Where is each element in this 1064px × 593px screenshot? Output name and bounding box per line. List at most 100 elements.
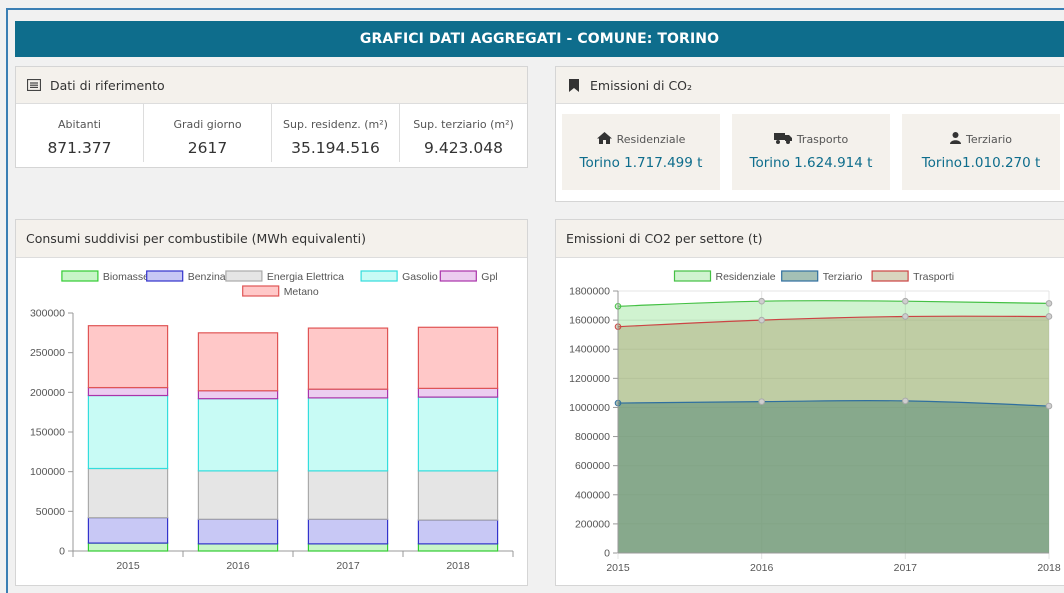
emissioni-chart-panel: Emissioni di CO2 per settore (t) Residen… <box>555 219 1064 586</box>
reference-table: Abitanti 871.377 Gradi giorno 2617 Sup. … <box>16 104 527 162</box>
y-tick-label: 300000 <box>30 308 65 320</box>
bar-segment <box>417 470 499 521</box>
legend-swatch <box>781 270 819 282</box>
user-icon <box>949 132 961 147</box>
bar-segment <box>307 327 389 390</box>
bar-segment <box>197 470 279 520</box>
x-tick-label: 2017 <box>336 560 360 572</box>
y-tick-label: 50000 <box>36 506 65 518</box>
bar-segment <box>417 387 499 398</box>
bar-segment <box>307 470 389 520</box>
bar-segment <box>307 543 389 552</box>
y-tick-label: 1200000 <box>569 373 610 385</box>
bar-segment <box>87 467 169 519</box>
emission-box-value: Torino1.010.270 t <box>921 155 1041 171</box>
consumi-chart-title: Consumi suddivisi per combustibile (MWh … <box>26 231 367 246</box>
emission-box-value: Torino 1.717.499 t <box>579 155 703 171</box>
emission-box-residenziale: Residenziale Torino 1.717.499 t <box>562 114 720 190</box>
ref-value: 9.423.048 <box>424 139 503 157</box>
reference-panel-header: Dati di riferimento <box>16 67 527 104</box>
legend-swatch <box>242 285 280 297</box>
bar-segment <box>307 518 389 545</box>
y-tick-label: 1600000 <box>569 315 610 327</box>
legend-label: Terziario <box>823 271 863 283</box>
emission-box-label: Trasporto <box>796 133 849 146</box>
data-point <box>902 397 909 405</box>
legend-swatch <box>673 270 712 282</box>
y-tick-label: 1000000 <box>569 402 610 414</box>
x-tick-label: 2017 <box>894 562 918 574</box>
ref-value: 35.194.516 <box>291 139 380 157</box>
legend-label: Residenziale <box>716 271 776 283</box>
legend-swatch <box>61 270 99 282</box>
y-tick-label: 200000 <box>575 518 610 530</box>
emission-box-value: Torino 1.624.914 t <box>749 155 873 171</box>
bar-segment <box>417 519 499 545</box>
emissions-panel-title: Emissioni di CO₂ <box>590 77 693 93</box>
legend-label: Trasporti <box>913 271 954 283</box>
ref-label: Sup. terziario (m²) <box>413 118 514 131</box>
y-tick-label: 1800000 <box>569 286 610 298</box>
legend-swatch <box>146 270 184 282</box>
bar-segment <box>307 397 389 472</box>
x-tick-label: 2018 <box>1037 562 1061 574</box>
legend-swatch <box>871 270 909 282</box>
x-tick-label: 2015 <box>606 562 630 574</box>
y-tick-label: 400000 <box>575 489 610 501</box>
ref-col-sup-terziario: Sup. terziario (m²) 9.423.048 <box>400 104 527 162</box>
data-point <box>902 313 909 320</box>
legend-label: Benzina <box>188 271 226 283</box>
data-point <box>758 297 765 305</box>
emission-box-trasporto: Trasporto Torino 1.624.914 t <box>732 114 890 190</box>
data-point <box>1045 300 1053 307</box>
emission-box-label: Residenziale <box>616 133 686 146</box>
consumi-chart: Biomasse Benzina Energia Elettrica Gasolio G… <box>30 270 514 572</box>
emissioni-chart-title: Emissioni di CO2 per settore (t) <box>566 231 763 246</box>
legend-swatch <box>225 270 263 282</box>
y-tick-label: 150000 <box>30 427 65 439</box>
consumi-chart-header: Consumi suddivisi per combustibile (MWh … <box>16 220 527 258</box>
legend-label: Energia Elettrica <box>267 271 344 283</box>
data-point <box>758 316 765 324</box>
bar-segment <box>307 388 389 399</box>
bar-segment <box>197 390 279 400</box>
area-fill <box>618 400 1049 553</box>
data-point <box>758 398 765 405</box>
emissions-panel: Emissioni di CO₂ Residenziale Torino 1.7… <box>555 66 1064 202</box>
emissioni-chart: Residenziale Terziario Trasporti 0 200000 400… <box>569 270 1061 574</box>
ref-col-gradi-giorno: Gradi giorno 2617 <box>144 104 272 162</box>
bar-segment <box>87 325 169 389</box>
bar-segment <box>87 517 169 544</box>
legend-label: Biomasse <box>103 271 149 283</box>
y-tick-label: 200000 <box>30 387 65 399</box>
emissions-panel-header: Emissioni di CO₂ <box>556 67 1064 104</box>
bar-segment <box>87 542 169 552</box>
bar-segment <box>197 518 279 545</box>
y-tick-label: 100000 <box>30 466 65 478</box>
x-tick-label: 2018 <box>446 560 470 572</box>
bar-segment <box>197 332 279 392</box>
reference-panel: Dati di riferimento Abitanti 871.377 Gra… <box>15 66 528 168</box>
data-point <box>1045 402 1053 410</box>
x-tick-label: 2015 <box>116 560 140 572</box>
ref-label: Abitanti <box>58 118 101 131</box>
ref-value: 871.377 <box>47 139 112 157</box>
home-icon <box>596 132 612 147</box>
y-tick-label: 0 <box>59 546 65 558</box>
bar-segment <box>417 396 499 472</box>
x-tick-label: 2016 <box>226 560 250 572</box>
bar-segment <box>417 326 499 389</box>
legend-label: Gasolio <box>402 271 438 283</box>
ref-col-sup-residenz: Sup. residenz. (m²) 35.194.516 <box>272 104 400 162</box>
bar-segment <box>87 394 169 470</box>
emission-box-label: Terziario <box>965 133 1013 146</box>
ref-value: 2617 <box>187 139 228 157</box>
ref-label: Gradi giorno <box>173 118 242 131</box>
bar-segment <box>87 386 169 397</box>
legend-swatch <box>360 270 398 282</box>
reference-panel-title: Dati di riferimento <box>50 77 165 93</box>
y-tick-label: 600000 <box>575 460 610 472</box>
y-tick-label: 250000 <box>30 347 65 359</box>
ref-col-abitanti: Abitanti 871.377 <box>16 104 144 162</box>
y-tick-label: 1400000 <box>569 344 610 356</box>
